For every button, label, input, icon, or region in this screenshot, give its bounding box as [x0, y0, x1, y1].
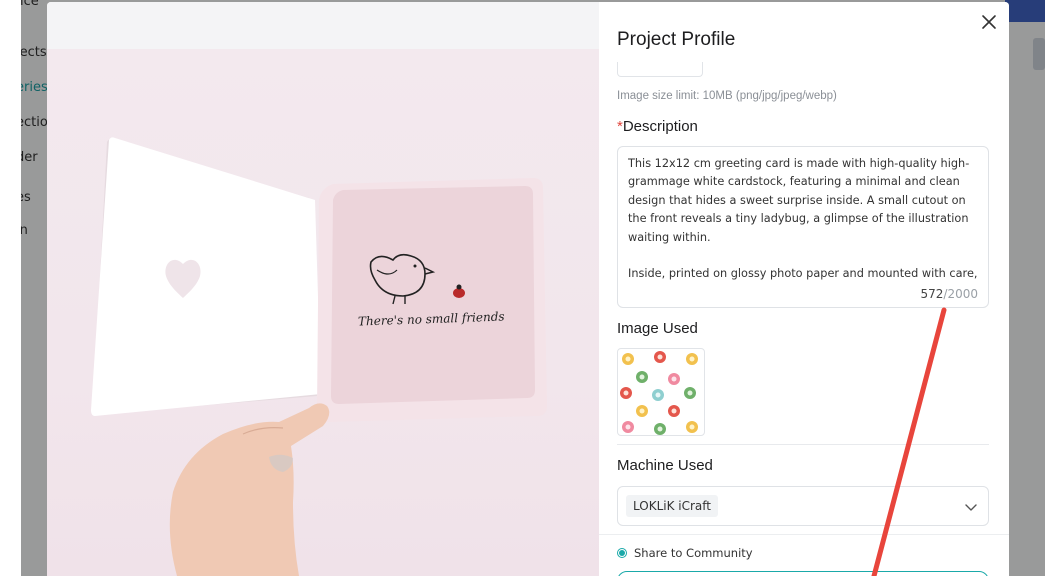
image-used-thumbnail[interactable]	[617, 348, 705, 436]
share-to-community-option[interactable]: Share to Community	[617, 546, 753, 560]
machine-selected-chip[interactable]: LOKLiK iCraft	[626, 495, 718, 517]
share-label: Share to Community	[634, 546, 753, 560]
left-edge-strip	[0, 0, 21, 576]
footer-divider	[599, 534, 1009, 535]
upload-button-partial[interactable]	[617, 62, 703, 77]
share-radio[interactable]	[617, 548, 627, 558]
machine-used-label: Machine Used	[617, 457, 713, 474]
project-profile-modal: There's no small friends Project Profile…	[47, 2, 1009, 576]
machine-select[interactable]: LOKLiK iCraft	[617, 486, 989, 526]
description-textarea[interactable]: This 12x12 cm greeting card is made with…	[617, 146, 989, 308]
character-count: 572	[920, 287, 944, 301]
close-icon[interactable]	[979, 12, 999, 32]
flower-pattern-image	[620, 351, 698, 435]
description-text[interactable]: This 12x12 cm greeting card is made with…	[628, 155, 978, 286]
description-label: *Description	[617, 118, 698, 135]
image-size-limit-hint: Image size limit: 10MB (png/jpg/jpeg/web…	[617, 90, 837, 102]
share-radio-dot	[619, 550, 625, 556]
greeting-card-illustration	[91, 137, 547, 576]
submit-button[interactable]	[617, 571, 989, 576]
project-form-panel: Project Profile Image size limit: 10MB (…	[599, 2, 1009, 576]
modal-title: Project Profile	[617, 29, 736, 50]
chevron-down-icon[interactable]	[964, 500, 978, 514]
section-divider	[617, 444, 989, 445]
character-max: 2000	[947, 287, 978, 301]
character-counter: 572/2000	[921, 287, 979, 301]
project-photo: There's no small friends	[47, 2, 599, 576]
image-used-label: Image Used	[617, 320, 698, 337]
description-label-text: Description	[622, 118, 698, 135]
